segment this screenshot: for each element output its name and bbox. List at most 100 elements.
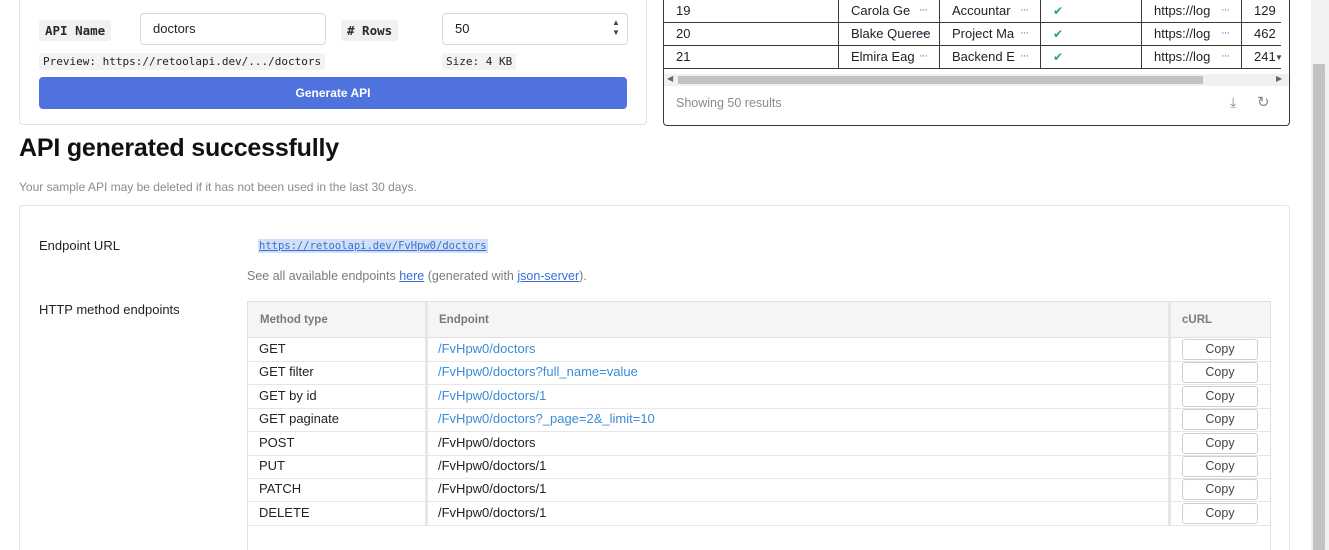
table-cell-name[interactable]: Blake Queree ··· bbox=[838, 23, 939, 45]
column-header-method[interactable]: Method type bbox=[248, 302, 328, 338]
more-icon[interactable]: ··· bbox=[1020, 46, 1029, 66]
table-cell-url[interactable]: https://log ··· bbox=[1141, 0, 1241, 22]
api-form-card: API Name doctors # Rows 50 ▲ ▼ Preview: … bbox=[19, 0, 647, 125]
cell-text: https://log bbox=[1154, 49, 1211, 64]
more-icon[interactable]: ··· bbox=[1221, 23, 1230, 43]
table-cell-title[interactable]: Project Ma ··· bbox=[939, 23, 1040, 45]
endpoints-here-link[interactable]: here bbox=[399, 269, 424, 283]
cell-text: Backend E bbox=[952, 49, 1015, 64]
table-cell-url[interactable]: https://log ··· bbox=[1141, 23, 1241, 45]
cell-text: https://log bbox=[1154, 26, 1211, 41]
cell-text: 241 bbox=[1254, 49, 1276, 64]
cell-text: ✔ bbox=[1053, 27, 1064, 41]
rows-label: # Rows bbox=[341, 20, 399, 41]
rows-input[interactable]: 50 ▲ ▼ bbox=[442, 13, 628, 45]
column-divider[interactable] bbox=[1168, 302, 1171, 525]
more-icon[interactable]: ··· bbox=[919, 0, 928, 20]
endpoint-link[interactable]: /FvHpw0/doctors/1 bbox=[438, 385, 546, 407]
scroll-right-icon[interactable]: ▶ bbox=[1276, 74, 1282, 83]
cell-text: 20 bbox=[676, 26, 691, 41]
cell-text: Project Ma bbox=[952, 26, 1015, 41]
copy-curl-button[interactable]: Copy bbox=[1182, 432, 1258, 454]
stepper-up-icon[interactable]: ▲ bbox=[611, 18, 621, 28]
http-endpoints-label: HTTP method endpoints bbox=[39, 302, 180, 317]
table-row[interactable]: 21 Elmira Eag ··· Backend E ··· ✔ https://log ·… bbox=[664, 46, 1281, 69]
api-details-card: Endpoint URL https://retoolapi.dev/FvHpw… bbox=[19, 205, 1290, 550]
stepper-down-icon[interactable]: ▼ bbox=[611, 28, 621, 38]
table-cell-id[interactable]: 21 bbox=[664, 46, 838, 68]
column-divider[interactable] bbox=[425, 302, 428, 525]
table-cell-ok[interactable]: ✔ bbox=[1040, 0, 1141, 22]
endpoint-path: /FvHpw0/doctors/1 bbox=[438, 458, 547, 473]
table-row[interactable]: 19 Carola Ge ··· Accountar ··· ✔ https://log ··… bbox=[664, 0, 1281, 23]
table-row: PATCH/FvHpw0/doctors/1 Copy bbox=[248, 478, 1270, 503]
table-cell-ok[interactable]: ✔ bbox=[1040, 23, 1141, 45]
endpoint-link[interactable]: /FvHpw0/doctors?full_name=value bbox=[438, 361, 638, 383]
json-server-link[interactable]: json-server bbox=[517, 269, 579, 283]
more-icon[interactable]: ··· bbox=[919, 23, 928, 43]
size-chip: Size: 4 KB bbox=[442, 53, 517, 70]
copy-curl-button[interactable]: Copy bbox=[1182, 479, 1258, 501]
copy-curl-button[interactable]: Copy bbox=[1182, 362, 1258, 384]
table-cell-num[interactable]: 129 bbox=[1241, 0, 1281, 22]
method-type: PATCH bbox=[259, 481, 302, 497]
more-icon[interactable]: ··· bbox=[1020, 0, 1029, 20]
column-header-endpoint[interactable]: Endpoint bbox=[427, 302, 489, 338]
endpoint-note-middle: (generated with bbox=[424, 269, 518, 283]
page-title: API generated successfully bbox=[19, 134, 339, 162]
more-icon[interactable]: ··· bbox=[919, 46, 928, 66]
table-cell-name[interactable]: Elmira Eag ··· bbox=[838, 46, 939, 68]
more-icon[interactable]: ··· bbox=[1020, 23, 1029, 43]
table-cell-num[interactable]: 462 bbox=[1241, 23, 1281, 45]
table-cell-title[interactable]: Accountar ··· bbox=[939, 0, 1040, 22]
method-type: GET by id bbox=[259, 387, 317, 403]
table-cell-id[interactable]: 19 bbox=[664, 0, 838, 22]
generate-api-button[interactable]: Generate API bbox=[39, 77, 627, 109]
copy-curl-button[interactable]: Copy bbox=[1182, 339, 1258, 360]
endpoint-note-prefix: See all available endpoints bbox=[247, 269, 400, 283]
size-value: 4 KB bbox=[485, 55, 513, 68]
endpoint-url-label: Endpoint URL bbox=[39, 238, 120, 253]
download-icon[interactable]: ⤓ bbox=[1230, 94, 1236, 111]
more-icon[interactable]: ··· bbox=[1221, 46, 1230, 66]
copy-curl-button[interactable]: Copy bbox=[1182, 409, 1258, 431]
horizontal-scrollbar-thumb[interactable] bbox=[678, 76, 1203, 84]
copy-curl-button[interactable]: Copy bbox=[1182, 502, 1258, 524]
table-cell-url[interactable]: https://log ··· bbox=[1141, 46, 1241, 68]
table-cell-name[interactable]: Carola Ge ··· bbox=[838, 0, 939, 22]
results-table-card: 19 Carola Ge ··· Accountar ··· ✔ https://log ··… bbox=[663, 0, 1290, 126]
method-type: POST bbox=[259, 434, 295, 450]
endpoint-path: /FvHpw0/doctors/1 bbox=[438, 481, 547, 497]
table-row[interactable]: 20 Blake Queree ··· Project Ma ··· ✔ https://l… bbox=[664, 23, 1281, 46]
cell-text: Elmira Eag bbox=[851, 49, 915, 64]
method-type: DELETE bbox=[259, 504, 310, 520]
horizontal-scrollbar[interactable]: ◀ ▶ bbox=[664, 74, 1289, 86]
table-cell-id[interactable]: 20 bbox=[664, 23, 838, 45]
table-cell-title[interactable]: Backend E ··· bbox=[939, 46, 1040, 68]
more-icon[interactable]: ··· bbox=[1221, 0, 1230, 20]
table-header: Method type Endpoint cURL bbox=[248, 302, 1270, 338]
endpoint-link[interactable]: /FvHpw0/doctors?_page=2&_limit=10 bbox=[438, 408, 655, 430]
table-row: PUT/FvHpw0/doctors/1 Copy bbox=[248, 455, 1270, 479]
preview-chip: Preview: https://retoolapi.dev/.../docto… bbox=[39, 53, 326, 70]
cell-text: 462 bbox=[1254, 26, 1276, 41]
column-header-curl[interactable]: cURL bbox=[1170, 302, 1212, 338]
endpoint-path: /FvHpw0/doctors/1 bbox=[438, 504, 547, 520]
page-scrollbar-thumb[interactable] bbox=[1313, 64, 1325, 550]
copy-curl-button[interactable]: Copy bbox=[1182, 456, 1258, 477]
endpoint-url-link[interactable]: https://retoolapi.dev/FvHpw0/doctors bbox=[258, 239, 488, 253]
refresh-icon[interactable]: ↻ bbox=[1257, 93, 1270, 111]
table-row: GET filter/FvHpw0/doctors?full_name=valu… bbox=[248, 361, 1270, 386]
api-name-input[interactable]: doctors bbox=[140, 13, 326, 45]
rows-stepper[interactable]: ▲ ▼ bbox=[611, 18, 621, 40]
scroll-left-icon[interactable]: ◀ bbox=[667, 74, 673, 83]
page-subtitle: Your sample API may be deleted if it has… bbox=[19, 180, 417, 194]
table-cell-ok[interactable]: ✔ bbox=[1040, 46, 1141, 68]
scroll-down-icon[interactable]: ▼ bbox=[1275, 53, 1283, 62]
copy-curl-button[interactable]: Copy bbox=[1182, 385, 1258, 407]
cell-text: ✔ bbox=[1053, 50, 1064, 64]
method-type: PUT bbox=[259, 458, 285, 473]
preview-label: Preview: bbox=[43, 55, 96, 68]
rows-value: 50 bbox=[455, 21, 470, 36]
endpoint-link[interactable]: /FvHpw0/doctors bbox=[438, 338, 536, 360]
